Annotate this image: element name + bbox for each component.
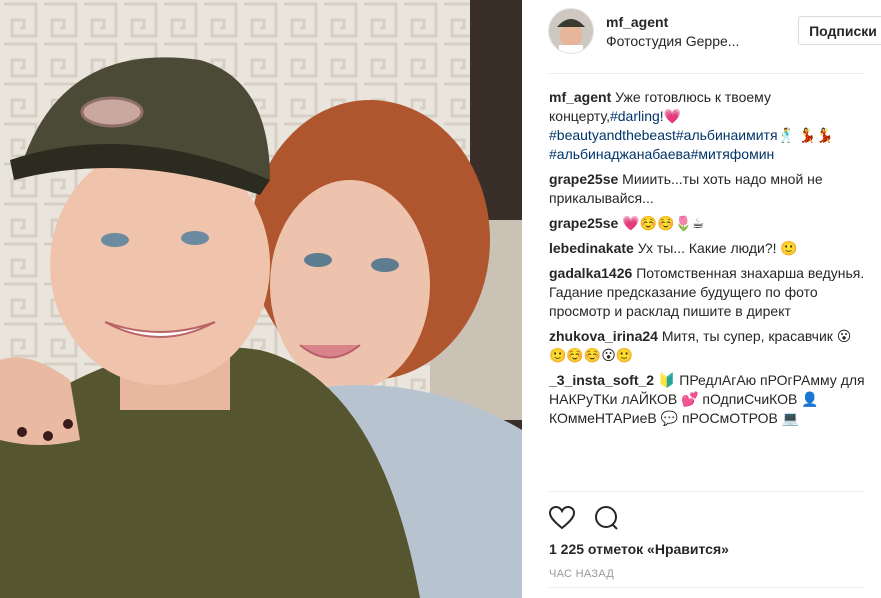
username[interactable]: mf_agent — [606, 14, 668, 30]
heart-icon[interactable] — [548, 504, 576, 532]
comment-text: Ух ты... Какие люди?! 🙂 — [637, 240, 798, 256]
comment: grape25se 💗☺️☺️🌷☕ — [549, 214, 867, 233]
dancer-emoji: 🕺 💃💃 — [777, 127, 834, 143]
comment-username[interactable]: grape25se — [549, 171, 618, 187]
post-photo[interactable] — [0, 0, 522, 598]
hashtag[interactable]: #darling! — [610, 108, 664, 124]
likes-count[interactable]: 1 225 отметок «Нравится» — [549, 541, 729, 557]
comment-username[interactable]: grape25se — [549, 215, 618, 231]
comment: zhukova_irina24 Митя, ты супер, красавчи… — [549, 327, 867, 365]
post-header: mf_agent Фотостудия Geppe... Подписки — [548, 0, 881, 74]
action-bar — [548, 491, 864, 530]
comment-username[interactable]: gadalka1426 — [549, 265, 632, 281]
timestamp: ЧАС НАЗАД — [549, 568, 615, 580]
comment-icon[interactable] — [592, 504, 620, 532]
comment: _3_insta_soft_2 🔰 ПРедлАгАю пРОгРАмму дл… — [549, 371, 867, 428]
comment-username[interactable]: zhukova_irina24 — [549, 328, 658, 344]
comment: grape25se Мииить...ты хоть надо мной не … — [549, 170, 867, 208]
caption-username[interactable]: mf_agent — [549, 89, 611, 105]
follow-button[interactable]: Подписки — [798, 16, 881, 45]
hashtag-line[interactable]: #альбинаджанабаева#митяфомин — [549, 146, 774, 162]
comment-text: 💗☺️☺️🌷☕ — [622, 215, 705, 231]
avatar[interactable] — [548, 8, 594, 54]
caption: mf_agent Уже готовлюсь к твоему концерту… — [549, 88, 867, 164]
hashtag-line[interactable]: #beautyandthebeast#альбинаимитя — [549, 127, 778, 143]
location[interactable]: Фотостудия Geppe... — [606, 33, 756, 49]
comment-username[interactable]: _3_insta_soft_2 — [549, 372, 654, 388]
divider — [548, 587, 864, 588]
post-sidebar: mf_agent Фотостудия Geppe... Подписки mf… — [522, 0, 881, 598]
comment-username[interactable]: lebedinakate — [549, 240, 634, 256]
comments-list: mf_agent Уже готовлюсь к твоему концерту… — [549, 88, 867, 434]
heart-emoji: 💗 — [663, 108, 682, 124]
instagram-post: mf_agent Фотостудия Geppe... Подписки mf… — [0, 0, 881, 598]
comment: lebedinakate Ух ты... Какие люди?! 🙂 — [549, 239, 867, 258]
comment: gadalka1426 Потомственная знахарша ведун… — [549, 264, 867, 321]
